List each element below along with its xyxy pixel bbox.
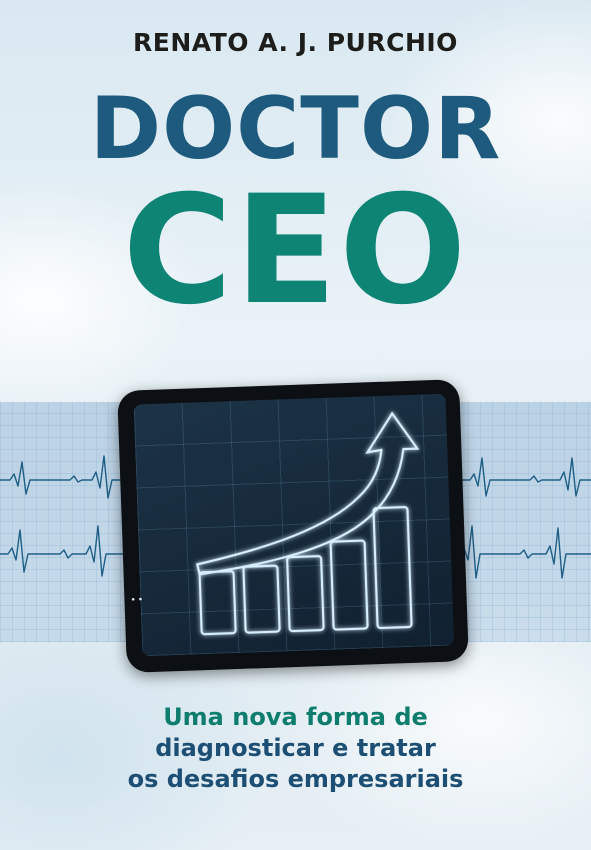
chart-bar-3 — [286, 555, 325, 633]
trend-arrow-icon — [195, 411, 420, 576]
chart-bar-2 — [242, 564, 281, 634]
tablet-camera-dots: •• — [130, 595, 146, 606]
subtitle-line-3: os desafios empresariais — [127, 765, 464, 793]
author-name: RENATO A. J. PURCHIO — [133, 28, 458, 57]
tablet-screen — [133, 393, 455, 657]
chart-bar-4 — [329, 539, 369, 631]
growth-chart-illustration — [195, 411, 420, 636]
chart-bar-5 — [372, 505, 413, 630]
subtitle-line-1: Uma nova forma de — [163, 703, 428, 731]
chart-bar-1 — [198, 570, 237, 636]
tablet-device: •• — [117, 379, 469, 673]
title-line-1: DOCTOR — [89, 79, 502, 179]
subtitle: Uma nova forma de diagnosticar e tratar … — [0, 702, 591, 795]
title-line-2: CEO — [122, 164, 469, 338]
book-cover: RENATO A. J. PURCHIO DOCTOR CEO •• Uma n… — [0, 0, 591, 850]
subtitle-line-2: diagnosticar e tratar — [155, 734, 436, 762]
